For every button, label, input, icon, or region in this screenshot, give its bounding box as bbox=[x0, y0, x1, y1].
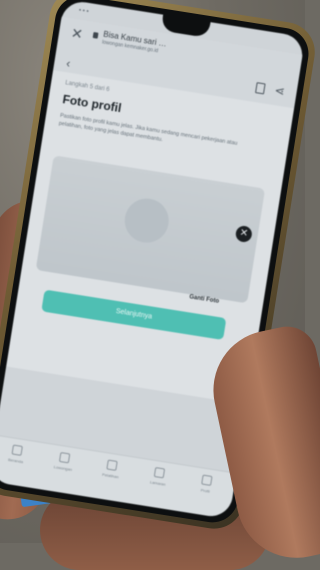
status-icons: ▪ ▪ ▪ bbox=[78, 7, 89, 15]
bookmark-icon[interactable] bbox=[255, 82, 266, 95]
close-icon[interactable]: ✕ bbox=[70, 25, 84, 44]
nav-label: Pelatihan bbox=[101, 471, 120, 480]
back-arrow-icon[interactable]: ‹ bbox=[65, 56, 71, 70]
home-icon bbox=[11, 444, 23, 456]
nav-item-profile[interactable]: Profil bbox=[185, 472, 227, 496]
page-title: Foto profil bbox=[61, 92, 123, 116]
share-icon[interactable]: ⋖ bbox=[274, 83, 286, 98]
training-icon bbox=[106, 459, 118, 471]
briefcase-icon bbox=[58, 451, 71, 464]
profile-icon bbox=[201, 474, 213, 486]
nav-item-jobs[interactable]: Lowongan bbox=[43, 450, 85, 474]
document-icon bbox=[153, 467, 166, 479]
avatar bbox=[121, 195, 172, 246]
nav-item-applications[interactable]: Lamaran bbox=[138, 465, 180, 489]
nav-label: Beranda bbox=[7, 456, 24, 465]
profile-photo-preview[interactable] bbox=[35, 155, 266, 304]
nav-label: Lowongan bbox=[53, 464, 73, 473]
nav-label: Profil bbox=[200, 487, 211, 494]
page-description: Pastikan foto profil kamu jelas. Jika ka… bbox=[58, 112, 238, 147]
nav-item-home[interactable]: Beranda bbox=[0, 442, 38, 466]
nav-label: Lamaran bbox=[149, 479, 166, 487]
bottom-navigation: Beranda Lowongan Pelatihan Lamaran Profi… bbox=[0, 434, 237, 520]
nav-item-training[interactable]: Pelatihan bbox=[90, 457, 132, 481]
lock-icon bbox=[92, 32, 99, 39]
step-indicator: Langkah 5 dari 6 bbox=[64, 80, 110, 94]
